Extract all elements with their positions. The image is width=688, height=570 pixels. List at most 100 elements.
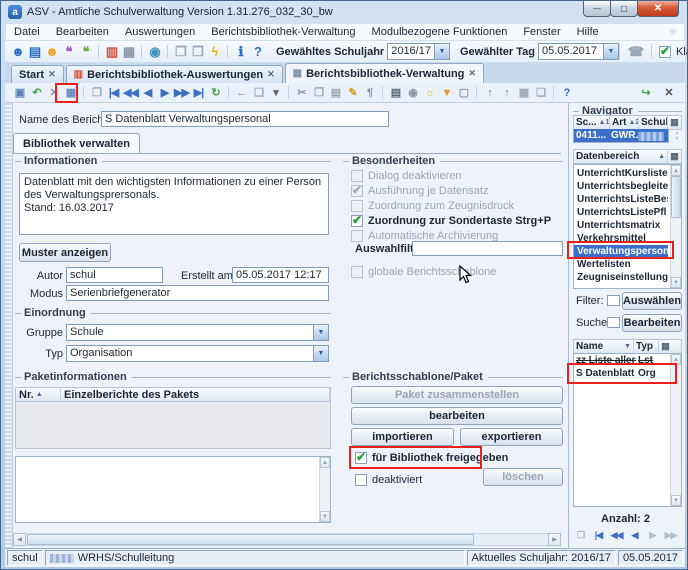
lehrkraefte-icon[interactable]: ☻ bbox=[43, 43, 60, 60]
mini-scrollbar[interactable]: ▴ ▾ bbox=[672, 130, 682, 142]
datenbereich-item[interactable]: Verkehrsmittel bbox=[574, 232, 668, 245]
datensatz-loeschen-icon[interactable]: ✕ bbox=[45, 84, 62, 101]
import-bibliothek-icon[interactable]: ↑ bbox=[481, 84, 498, 101]
typ-combobox[interactable]: Organisation ▼ bbox=[66, 345, 329, 362]
drucken-icon[interactable]: ▤ bbox=[387, 84, 404, 101]
ausschneiden-icon[interactable]: ✂ bbox=[293, 84, 310, 101]
modus-input[interactable] bbox=[66, 285, 329, 301]
paket-detail-box[interactable]: ▲ ▼ bbox=[15, 456, 331, 523]
naechster-datensatz-icon[interactable]: ▶ bbox=[645, 527, 660, 544]
einfuegen-icon[interactable]: ▤ bbox=[327, 84, 344, 101]
paket-table-body[interactable] bbox=[15, 402, 331, 449]
scrollbar-thumb[interactable] bbox=[671, 176, 681, 218]
globale-berichtsschablone-checkbox[interactable]: globale Berichtsschablone bbox=[351, 265, 496, 279]
besonderheiten-checkbox[interactable]: Ausführung je Datensatz bbox=[351, 184, 488, 198]
schneller-ruecklauf-icon[interactable]: ◀◀ bbox=[609, 527, 624, 544]
export-bibliothek-icon[interactable]: ↑ bbox=[498, 84, 515, 101]
scroll-down-icon[interactable]: ▾ bbox=[675, 136, 678, 142]
scroll-up-icon[interactable]: ▲ bbox=[671, 165, 681, 176]
menu-item[interactable]: Bearbeiten bbox=[52, 25, 113, 39]
bearbeiten-button[interactable]: bearbeiten bbox=[351, 407, 563, 425]
tab-close-icon[interactable]: ✕ bbox=[48, 69, 56, 80]
tab-close-icon[interactable]: ✕ bbox=[468, 68, 476, 79]
neuer-bericht-dropdown-icon[interactable]: ▾ bbox=[267, 84, 284, 101]
berichtsbibliothek-icon[interactable]: ▥ bbox=[103, 43, 120, 60]
menu-item[interactable]: Auswertungen bbox=[121, 25, 199, 39]
scroll-right-icon[interactable]: ▶ bbox=[548, 533, 561, 546]
column-header-art[interactable]: Art▲2 bbox=[610, 116, 639, 129]
cd-icon[interactable]: ◉ bbox=[404, 84, 421, 101]
chevron-down-icon[interactable]: ▼ bbox=[313, 325, 328, 340]
speichern-icon[interactable]: ▣ bbox=[11, 84, 28, 101]
checkbox-box[interactable] bbox=[351, 185, 363, 197]
datenbereich-item[interactable]: UnterrichtsListePfl bbox=[574, 206, 668, 219]
menu-item[interactable]: Fenster bbox=[519, 25, 564, 39]
scroll-down-icon[interactable]: ▼ bbox=[671, 277, 681, 288]
erster-datensatz-icon[interactable]: |◀ bbox=[105, 84, 122, 101]
kopieren-icon[interactable]: ❐ bbox=[310, 84, 327, 101]
nachricht-gruen-icon[interactable]: ❝ bbox=[77, 43, 94, 60]
vorlage-icon[interactable]: ❏ bbox=[532, 84, 549, 101]
menu-item[interactable]: Hilfe bbox=[573, 25, 603, 39]
suche-bearbeiten-button[interactable]: Bearbeiten bbox=[622, 314, 682, 332]
datenbereich-item[interactable]: Unterrichtsbegleiten... bbox=[574, 180, 668, 193]
datensatz-kopieren-icon[interactable]: ❐ bbox=[88, 84, 105, 101]
muster-anzeigen-button[interactable]: Muster anzeigen bbox=[19, 243, 111, 262]
scroll-down-icon[interactable]: ▼ bbox=[320, 511, 330, 522]
checkbox-box[interactable] bbox=[351, 170, 363, 182]
scroll-left-icon[interactable]: ◀ bbox=[13, 533, 26, 546]
checkbox-box[interactable] bbox=[351, 230, 363, 242]
auswaehlen-button[interactable]: Auswählen bbox=[622, 292, 682, 310]
tab-berichtsbibliothek-auswertungen[interactable]: ▥ Berichtsbibliothek-Auswertungen ✕ bbox=[66, 65, 283, 83]
tab-berichtsbibliothek-verwaltung[interactable]: ▦ Berichtsbibliothek-Verwaltung ✕ bbox=[285, 63, 484, 83]
tab-bibliothek-verwalten[interactable]: Bibliothek verwalten bbox=[13, 133, 140, 154]
column-header-typ[interactable]: Typ bbox=[634, 340, 659, 353]
besonderheiten-checkbox[interactable]: Zuordnung zur Sondertaste Strg+P bbox=[351, 214, 551, 228]
checkbox-box[interactable] bbox=[355, 474, 367, 486]
schnittstelle-icon[interactable]: ◉ bbox=[146, 43, 163, 60]
beschreibung-textarea[interactable]: Datenblatt mit den wichtigsten Informati… bbox=[19, 173, 329, 235]
checkbox-box[interactable] bbox=[659, 46, 671, 58]
importieren-button[interactable]: importieren bbox=[351, 428, 454, 446]
telefon-icon[interactable]: ☎ bbox=[627, 43, 644, 60]
menu-item[interactable]: Datei bbox=[10, 25, 44, 39]
hilfe-icon[interactable]: ? bbox=[558, 84, 575, 101]
absatz-icon[interactable]: ¶ bbox=[361, 84, 378, 101]
zz Liste aller Per...[interactable]: zz Liste aller Per... Lst bbox=[574, 354, 681, 367]
fenster-icon[interactable]: ❒ bbox=[189, 43, 206, 60]
gruppe-combobox[interactable]: Schule ▼ bbox=[66, 324, 329, 341]
aktionen-icon[interactable]: ϟ bbox=[206, 43, 223, 60]
menu-item[interactable]: Berichtsbibliothek-Verwaltung bbox=[207, 25, 359, 39]
scrollbar-track[interactable] bbox=[26, 533, 548, 546]
minimize-button[interactable]: — bbox=[583, 0, 611, 17]
scrollbar-vertical[interactable]: ▲ ▼ bbox=[670, 354, 681, 506]
erstellt-am-input[interactable] bbox=[232, 267, 329, 283]
statistik-icon[interactable]: ▦ bbox=[120, 43, 137, 60]
S Datenblatt Ve...[interactable]: S Datenblatt Ve... Org bbox=[574, 367, 681, 380]
aktualisieren-icon[interactable]: ↻ bbox=[207, 84, 224, 101]
ansicht-wechseln-icon[interactable]: ↪ bbox=[637, 84, 654, 101]
schuljahr-combobox[interactable]: 2016/17 ▼ bbox=[387, 43, 450, 60]
datenbereich-item[interactable]: Verwaltungspersonal bbox=[574, 245, 668, 258]
erster-datensatz-icon[interactable]: |◀ bbox=[591, 527, 606, 544]
module-icon[interactable]: ❐ bbox=[172, 43, 189, 60]
chevron-down-icon[interactable]: ▼ bbox=[603, 44, 618, 59]
column-header-datenbereich[interactable]: Datenbereich▲ bbox=[574, 150, 668, 163]
deaktiviert-checkbox[interactable]: deaktiviert bbox=[355, 473, 422, 487]
splitter-handle[interactable] bbox=[5, 103, 13, 548]
klassendaten-icon[interactable]: ▤ bbox=[26, 43, 43, 60]
column-config-icon[interactable]: ▦ bbox=[668, 116, 681, 129]
nachricht-lila-icon[interactable]: ❝ bbox=[60, 43, 77, 60]
report-name-input[interactable] bbox=[101, 111, 389, 127]
datenbereich-item[interactable]: Zeugniseinstellung bbox=[574, 271, 668, 284]
paket-zusammenstellen-button[interactable]: Paket zusammenstellen bbox=[351, 386, 563, 404]
scroll-up-icon[interactable]: ▲ bbox=[320, 457, 330, 468]
schneller-vorlauf-icon[interactable]: ▶▶ bbox=[173, 84, 190, 101]
chevron-down-icon[interactable]: ▼ bbox=[434, 44, 449, 59]
loeschen-button[interactable]: löschen bbox=[483, 468, 563, 486]
close-button[interactable]: ✕ bbox=[637, 0, 679, 17]
neuer-bericht-icon[interactable]: ❏ bbox=[250, 84, 267, 101]
column-header-einzelberichte[interactable]: Einzelberichte des Pakets bbox=[61, 388, 330, 401]
filter-icon[interactable]: ▼ bbox=[438, 84, 455, 101]
suche-checkbox[interactable] bbox=[607, 317, 620, 328]
